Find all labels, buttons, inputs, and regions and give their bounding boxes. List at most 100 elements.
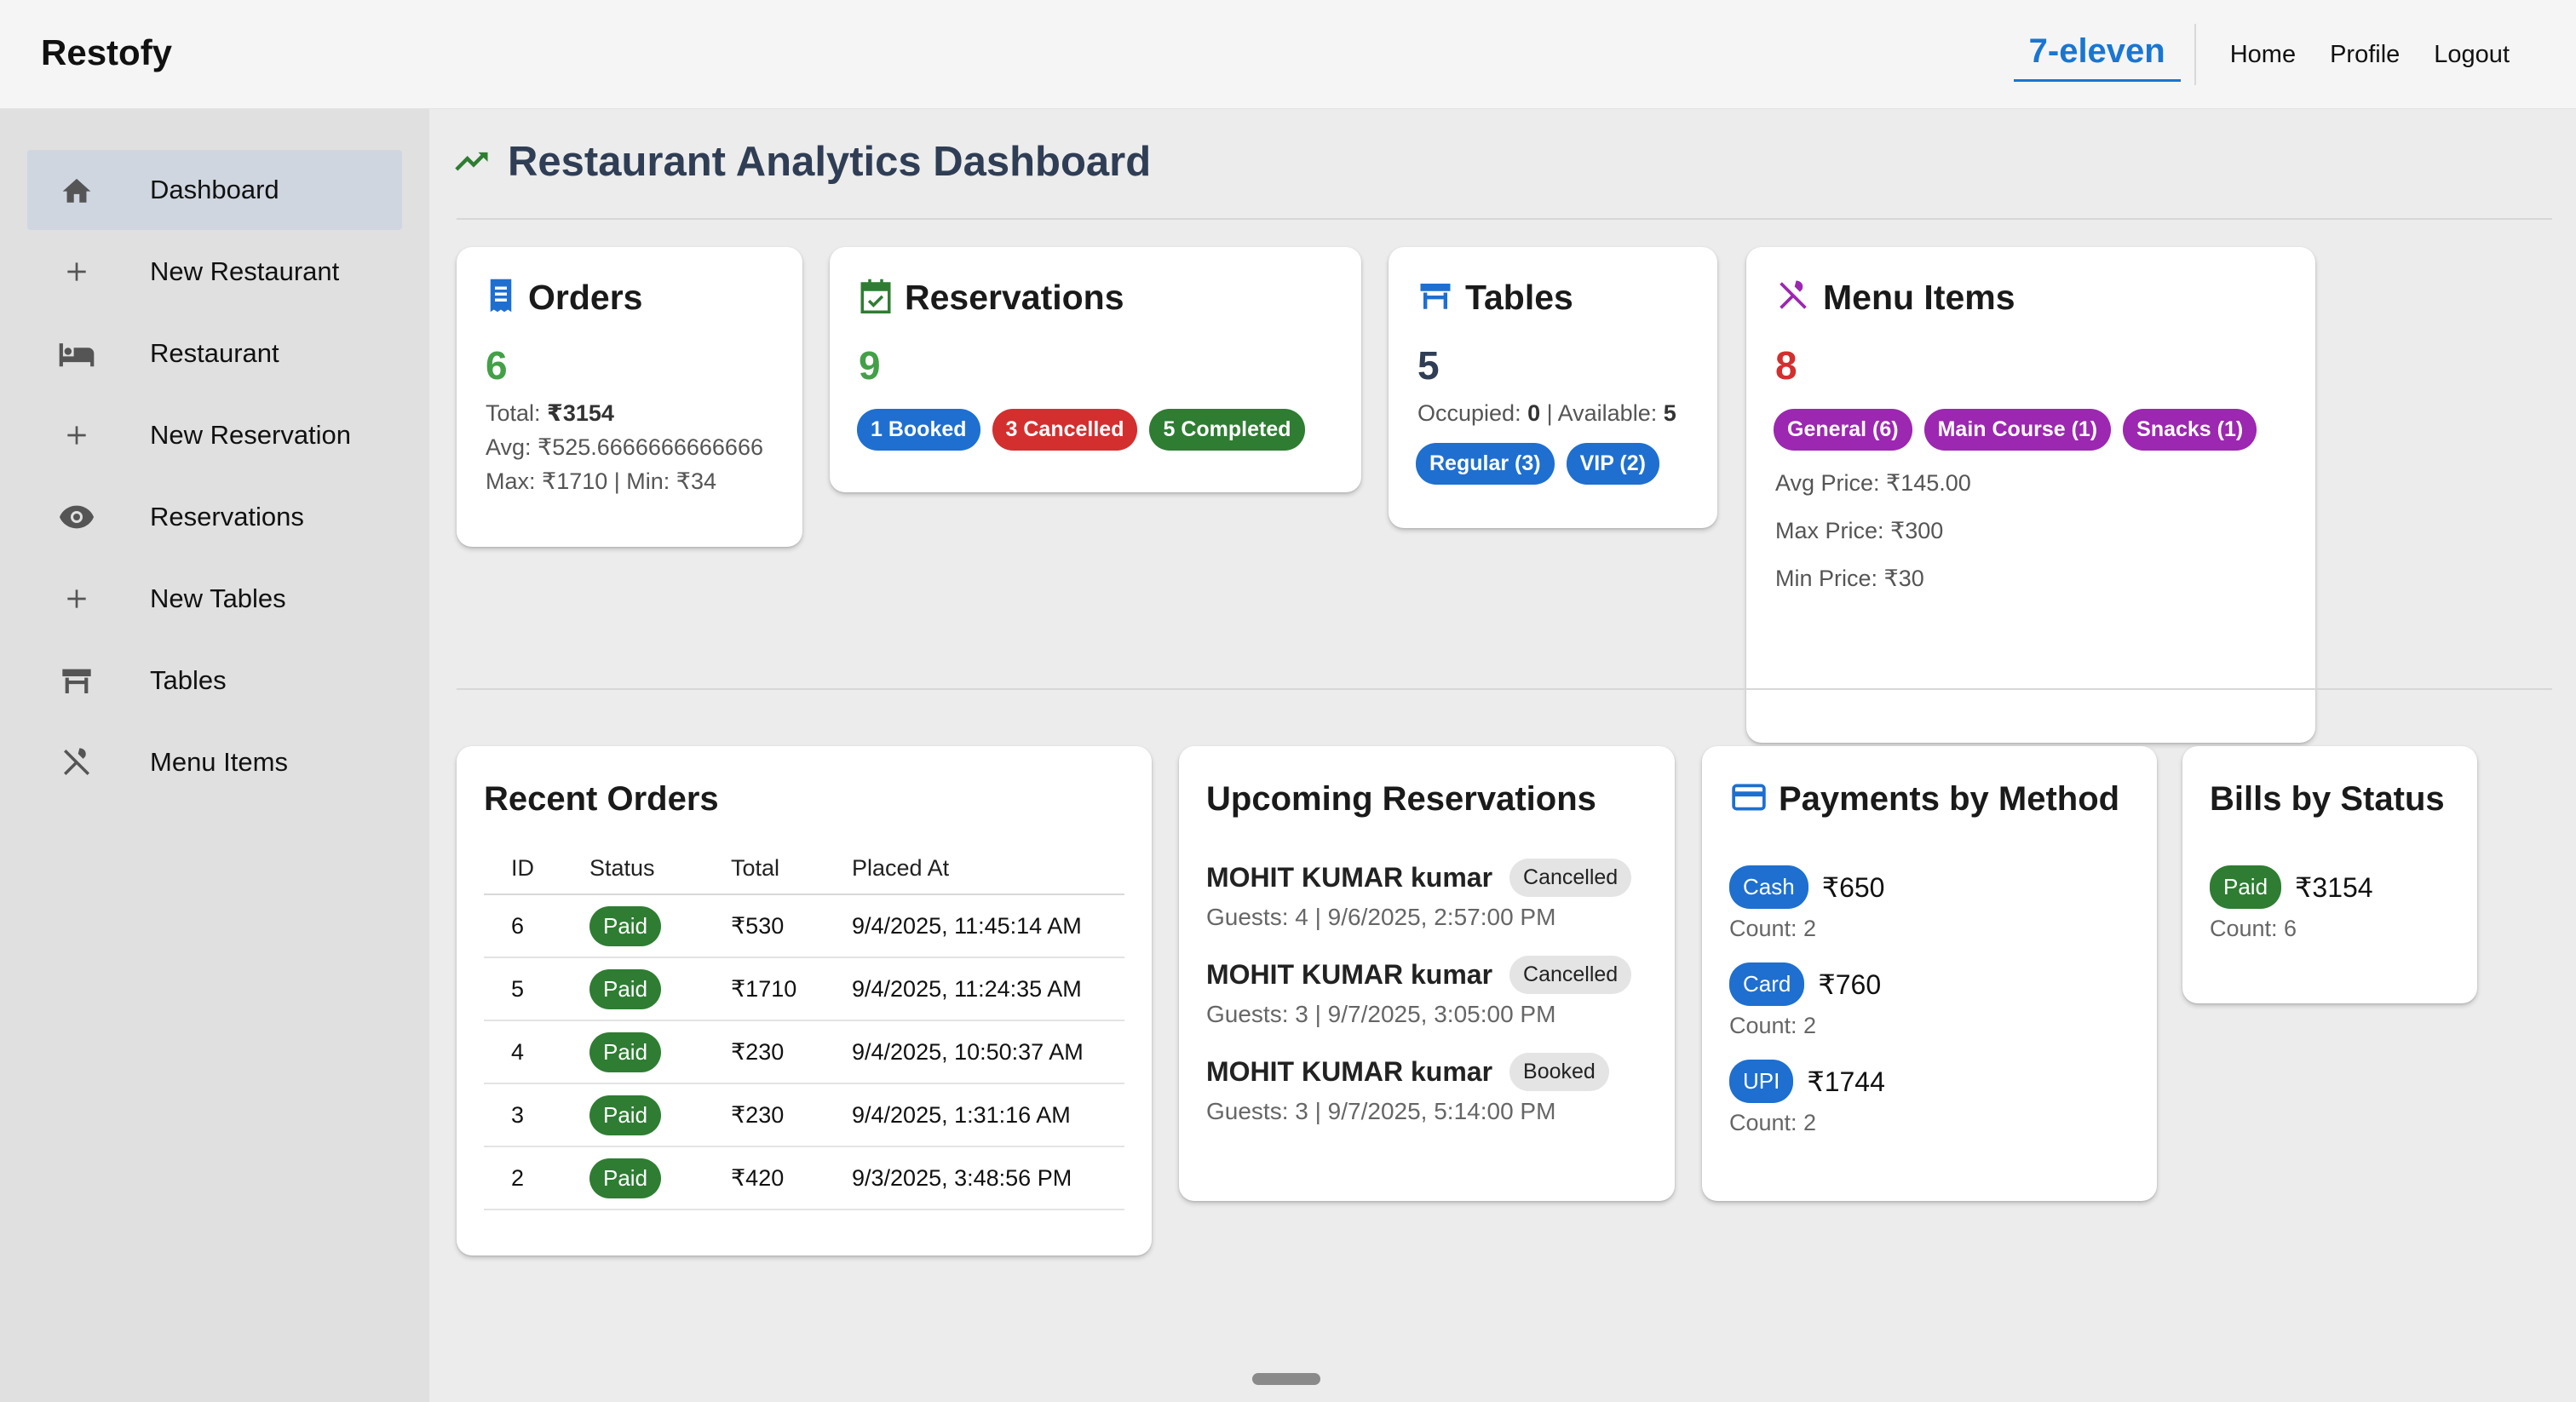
- nav-divider: [2194, 24, 2196, 85]
- tables-count: 5: [1417, 343, 1440, 388]
- home-icon: [51, 175, 102, 205]
- sidebar-item-reservations[interactable]: Reservations: [27, 477, 402, 557]
- order-total: ₹420: [731, 1146, 852, 1210]
- tables-type-pills: Regular (3) VIP (2): [1416, 443, 1671, 485]
- order-id: 6: [484, 894, 589, 958]
- upcoming-reservations-title: Upcoming Reservations: [1206, 780, 1596, 818]
- order-id: 2: [484, 1146, 589, 1210]
- paid-status-badge: Paid: [589, 968, 662, 1009]
- orders-total: Total: ₹3154: [486, 400, 614, 427]
- sidebar-item-new-restaurant[interactable]: New Restaurant: [27, 232, 402, 312]
- reservation-details: Guests: 3 | 9/7/2025, 5:14:00 PM: [1206, 1098, 1556, 1124]
- table-row[interactable]: 6 Paid ₹530 9/4/2025, 11:45:14 AM: [484, 894, 1124, 958]
- guest-name: MOHIT KUMAR kumar: [1206, 959, 1493, 990]
- top-app-bar: Restofy 7-eleven Home Profile Logout: [0, 0, 2576, 109]
- section-divider: [457, 218, 2552, 220]
- tables-available-label: | Available:: [1540, 400, 1664, 426]
- reservations-card: Reservations 9 1 Booked 3 Cancelled 5 Co…: [830, 247, 1361, 492]
- nav-profile-link[interactable]: Profile: [2330, 41, 2400, 69]
- table-row[interactable]: 4 Paid ₹230 9/4/2025, 10:50:37 AM: [484, 1020, 1124, 1084]
- reservation-item[interactable]: MOHIT KUMAR kumar Booked Guests: 3 | 9/7/…: [1206, 1053, 1609, 1125]
- guest-name: MOHIT KUMAR kumar: [1206, 862, 1493, 893]
- menu-card-header: Menu Items: [1775, 278, 2015, 318]
- orders-max-min: Max: ₹1710 | Min: ₹34: [486, 468, 716, 494]
- sidebar-item-label: Tables: [150, 665, 227, 695]
- brand-logo[interactable]: Restofy: [41, 32, 172, 73]
- tables-occupancy: Occupied: 0 | Available: 5: [1417, 400, 1676, 427]
- reservation-status-chip: Cancelled: [1509, 859, 1632, 897]
- page-header: Restaurant Analytics Dashboard: [455, 138, 1151, 186]
- sidebar-item-label: New Reservation: [150, 420, 352, 450]
- recent-orders-table: ID Status Total Placed At 6 Paid ₹530 9/…: [484, 843, 1124, 1210]
- payments-card-header: Payments by Method: [1731, 780, 2119, 819]
- table-row[interactable]: 2 Paid ₹420 9/3/2025, 3:48:56 PM: [484, 1146, 1124, 1210]
- order-status-cell: Paid: [589, 1020, 731, 1084]
- payments-card-title: Payments by Method: [1779, 780, 2120, 818]
- sidebar-item-menu-items[interactable]: Menu Items: [27, 722, 402, 802]
- orders-card-title: Orders: [528, 278, 643, 317]
- main-content: Restaurant Analytics Dashboard Orders 6 …: [429, 109, 2576, 1402]
- table-row[interactable]: 3 Paid ₹230 9/4/2025, 1:31:16 AM: [484, 1083, 1124, 1147]
- bill-count: Count: 6: [2210, 916, 2297, 941]
- order-id: 5: [484, 957, 589, 1021]
- recent-orders-card: Recent Orders ID Status Total Placed At …: [457, 746, 1152, 1255]
- table-header-row: ID Status Total Placed At: [484, 843, 1124, 895]
- table-icon: [1417, 280, 1453, 315]
- payment-method-item: Cash ₹650 Count: 2: [1729, 865, 1884, 942]
- bills-by-status-card: Bills by Status Paid ₹3154 Count: 6: [2182, 746, 2477, 1003]
- orders-total-value: ₹3154: [547, 400, 614, 426]
- sidebar-item-label: Menu Items: [150, 747, 288, 777]
- paid-status-badge: Paid: [589, 1158, 662, 1198]
- payment-method-item: UPI ₹1744 Count: 2: [1729, 1060, 1885, 1136]
- payment-method-chip: Cash: [1729, 865, 1808, 909]
- orders-total-label: Total:: [486, 400, 548, 426]
- page-title: Restaurant Analytics Dashboard: [508, 139, 1152, 185]
- menu-avg-price: Avg Price: ₹145.00: [1775, 470, 1971, 496]
- tables-occupied-value: 0: [1527, 400, 1541, 426]
- sidebar-item-tables[interactable]: Tables: [27, 641, 402, 721]
- payment-count: Count: 2: [1729, 916, 1817, 941]
- payment-method-chip: Card: [1729, 962, 1805, 1006]
- paid-status-badge: Paid: [589, 905, 662, 946]
- drag-handle[interactable]: [1252, 1373, 1320, 1385]
- guest-name: MOHIT KUMAR kumar: [1206, 1056, 1493, 1087]
- paid-status-badge: Paid: [2210, 865, 2282, 909]
- nav-logout-link[interactable]: Logout: [2434, 41, 2510, 69]
- menu-items-count: 8: [1775, 343, 1797, 388]
- booked-pill: 1 Booked: [857, 409, 980, 451]
- tables-occupied-label: Occupied:: [1417, 400, 1528, 426]
- sidebar-item-label: Reservations: [150, 502, 304, 531]
- plus-icon: [51, 422, 102, 449]
- reservations-card-title: Reservations: [905, 278, 1124, 317]
- orders-avg: Avg: ₹525.6666666666666: [486, 434, 763, 460]
- payment-amount: ₹650: [1821, 871, 1885, 903]
- order-total: ₹530: [731, 894, 852, 958]
- payment-method-item: Card ₹760 Count: 2: [1729, 962, 1881, 1039]
- order-id: 4: [484, 1020, 589, 1084]
- nav-home-link[interactable]: Home: [2230, 41, 2296, 69]
- reservation-item[interactable]: MOHIT KUMAR kumar Cancelled Guests: 4 | 9…: [1206, 859, 1632, 931]
- order-placed-at: 9/4/2025, 11:45:14 AM: [852, 894, 1124, 958]
- general-pill: General (6): [1774, 409, 1912, 451]
- sidebar-item-restaurant[interactable]: Restaurant: [27, 313, 402, 394]
- sidebar-item-new-tables[interactable]: New Tables: [27, 559, 402, 639]
- reservation-item[interactable]: MOHIT KUMAR kumar Cancelled Guests: 3 | 9…: [1206, 956, 1632, 1028]
- reservation-details: Guests: 3 | 9/7/2025, 3:05:00 PM: [1206, 1001, 1556, 1027]
- table-row[interactable]: 5 Paid ₹1710 9/4/2025, 11:24:35 AM: [484, 957, 1124, 1021]
- menu-items-card: Menu Items 8 General (6) Main Course (1)…: [1746, 247, 2315, 743]
- reservation-details: Guests: 4 | 9/6/2025, 2:57:00 PM: [1206, 904, 1556, 930]
- payment-count: Count: 2: [1729, 1110, 1817, 1135]
- store-name-tab[interactable]: 7-eleven: [2013, 32, 2181, 82]
- vip-pill: VIP (2): [1566, 443, 1659, 485]
- table-icon: [51, 666, 102, 695]
- sidebar-item-new-reservation[interactable]: New Reservation: [27, 395, 402, 475]
- bill-amount: ₹3154: [2295, 871, 2373, 903]
- plus-icon: [51, 258, 102, 285]
- order-total: ₹230: [731, 1020, 852, 1084]
- column-header-placed-at: Placed At: [852, 843, 1124, 895]
- utensils-icon: [1775, 278, 1811, 318]
- sidebar-item-label: Dashboard: [150, 175, 279, 204]
- menu-card-title: Menu Items: [1823, 278, 2015, 317]
- sidebar-item-dashboard[interactable]: Dashboard: [27, 150, 402, 230]
- eye-icon: [51, 504, 102, 530]
